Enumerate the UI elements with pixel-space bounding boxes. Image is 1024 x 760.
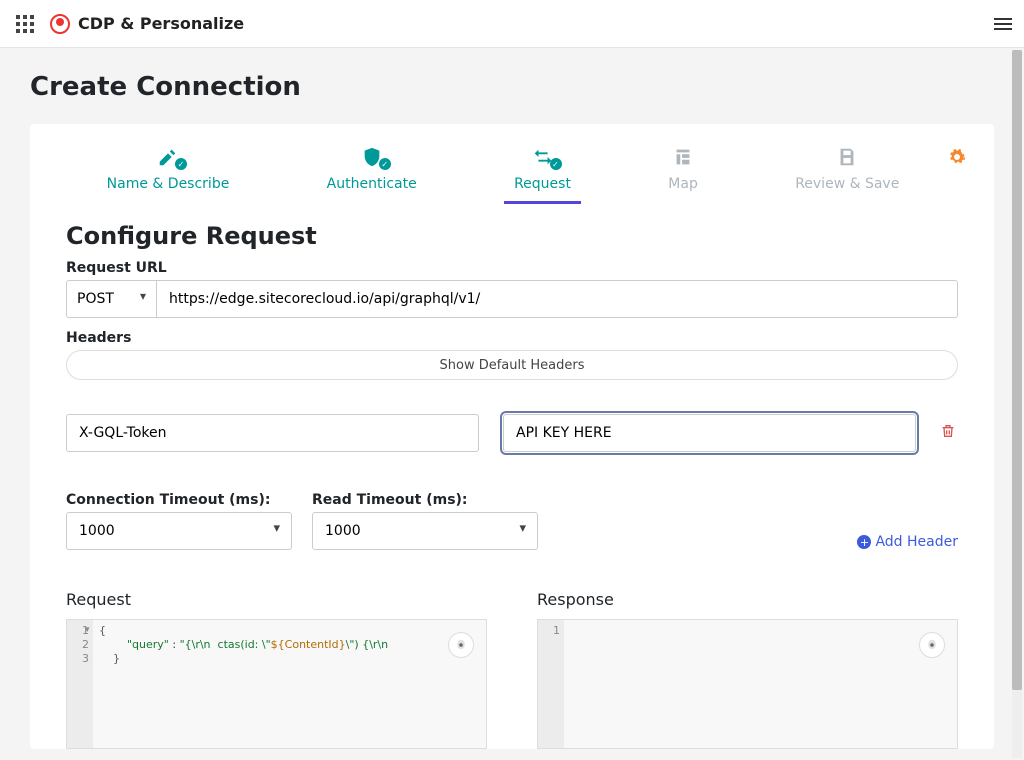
wizard-card: Name & Describe Authenticate Request	[30, 124, 994, 749]
request-url-label: Request URL	[66, 260, 958, 276]
response-editor-title: Response	[537, 590, 958, 609]
header-value-input[interactable]	[503, 414, 916, 452]
gutter: 1 2 3	[67, 620, 93, 748]
pencil-icon	[157, 146, 179, 168]
map-icon	[672, 146, 694, 168]
header-key-input[interactable]	[66, 414, 479, 452]
step-label: Authenticate	[327, 176, 417, 192]
step-name-describe[interactable]: Name & Describe	[97, 146, 240, 204]
step-review-save: Review & Save	[785, 146, 909, 204]
shield-icon	[361, 146, 383, 168]
product-name: CDP & Personalize	[78, 14, 244, 33]
request-url-input[interactable]	[156, 280, 958, 318]
apps-icon[interactable]	[16, 15, 34, 33]
save-icon	[836, 146, 858, 168]
request-editor[interactable]: 1 2 3 ▾ { "query" : "{\r\n ctas(id: \"${…	[66, 619, 487, 749]
show-default-headers-button[interactable]: Show Default Headers	[66, 350, 958, 380]
hamburger-icon[interactable]	[994, 18, 1012, 30]
request-code[interactable]: { "query" : "{\r\n ctas(id: \"${ContentI…	[93, 620, 486, 748]
response-code[interactable]	[564, 620, 957, 748]
step-label: Review & Save	[795, 176, 899, 192]
headers-label: Headers	[66, 330, 958, 346]
step-authenticate[interactable]: Authenticate	[317, 146, 427, 204]
trash-icon[interactable]	[940, 423, 958, 443]
add-header-button[interactable]: + Add Header	[857, 534, 958, 550]
read-timeout-select[interactable]: 1000	[312, 512, 538, 550]
step-label: Name & Describe	[107, 176, 230, 192]
connection-timeout-select[interactable]: 1000	[66, 512, 292, 550]
page-title: Create Connection	[30, 72, 994, 102]
fold-icon[interactable]: ▾	[85, 625, 90, 635]
brand-icon	[50, 14, 70, 34]
step-request[interactable]: Request	[504, 146, 581, 204]
step-label: Request	[514, 176, 571, 192]
scrollbar-thumb[interactable]	[1012, 50, 1022, 690]
http-method-select[interactable]: POST	[66, 280, 156, 318]
read-timeout-label: Read Timeout (ms):	[312, 492, 538, 508]
step-map: Map	[658, 146, 708, 204]
editor-gear-icon[interactable]	[448, 632, 474, 658]
plus-icon: +	[857, 535, 871, 549]
connection-timeout-label: Connection Timeout (ms):	[66, 492, 292, 508]
settings-gear-icon[interactable]	[948, 146, 966, 170]
editor-gear-icon[interactable]	[919, 632, 945, 658]
response-editor[interactable]: 1	[537, 619, 958, 749]
step-label: Map	[668, 176, 698, 192]
product-brand: CDP & Personalize	[50, 14, 244, 34]
arrows-icon	[532, 146, 554, 168]
gutter: 1	[538, 620, 564, 748]
section-title: Configure Request	[66, 222, 958, 250]
add-header-label: Add Header	[875, 534, 958, 550]
request-editor-title: Request	[66, 590, 487, 609]
